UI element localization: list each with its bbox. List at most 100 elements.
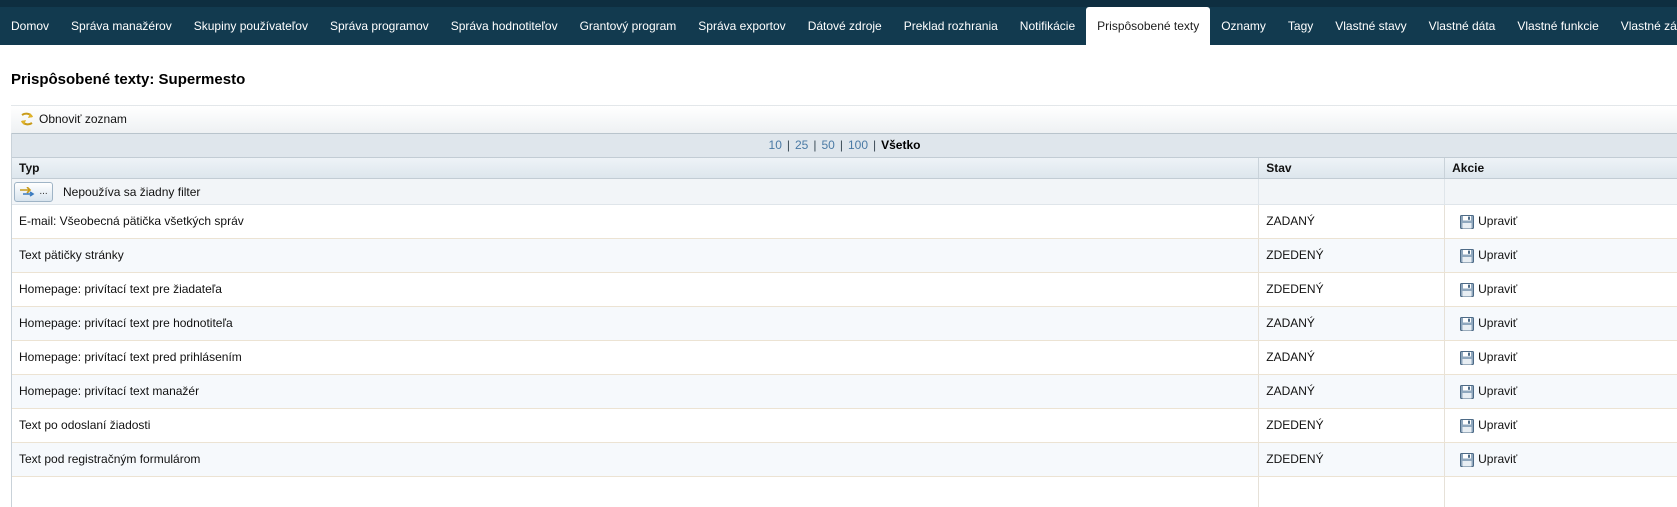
edit-label: Upraviť [1478, 214, 1518, 228]
pager-separator: | [786, 138, 790, 152]
floppy-disk-icon [1460, 214, 1475, 229]
tab-11[interactable]: Oznamy [1210, 7, 1277, 45]
filter-row: ... Nepoužíva sa žiadny filter [12, 179, 1677, 205]
tab-2[interactable]: Skupiny používateľov [183, 7, 319, 45]
table-row [12, 477, 1677, 507]
page-size-pager: 10 | 25 | 50 | 100 | Všetko [12, 133, 1677, 157]
floppy-disk-icon [1460, 350, 1475, 365]
edit-label: Upraviť [1478, 384, 1518, 398]
page-size-link-0[interactable]: 10 [769, 138, 782, 152]
grid-header: Typ Stav Akcie [12, 157, 1677, 179]
cell-actions: Upraviť [1445, 205, 1677, 238]
cell-actions: Upraviť [1445, 239, 1677, 272]
floppy-disk-icon [1460, 248, 1475, 263]
filter-status-text: Nepoužíva sa žiadny filter [63, 184, 201, 199]
column-header-actions: Akcie [1452, 161, 1485, 175]
tab-12[interactable]: Tagy [1277, 7, 1324, 45]
cell-type: Homepage: privítací text pre hodnotiteľa [12, 307, 1260, 340]
table-row: Homepage: privítací text manažér ZADANÝ Up… [12, 375, 1677, 409]
tab-5[interactable]: Grantový program [569, 7, 688, 45]
table-row: E-mail: Všeobecná pätička všetkých správ… [12, 205, 1677, 239]
tab-1[interactable]: Správa manažérov [60, 7, 183, 45]
edit-button[interactable]: Upraviť [1460, 341, 1517, 374]
edit-button[interactable]: Upraviť [1460, 239, 1517, 272]
edit-label: Upraviť [1478, 452, 1518, 466]
page-size-link-3[interactable]: 100 [848, 138, 868, 152]
cell-type: E-mail: Všeobecná pätička všetkých správ [12, 205, 1260, 238]
cell-state: ZADANÝ [1259, 375, 1446, 408]
page-size-link-1[interactable]: 25 [795, 138, 808, 152]
edit-button[interactable]: Upraviť [1460, 409, 1517, 442]
cell-type: Homepage: privítací text pre žiadateľa [12, 273, 1260, 306]
filter-button[interactable]: ... [14, 181, 53, 202]
page-size-current: Všetko [881, 138, 921, 152]
tab-16[interactable]: Vlastné záložky [1610, 7, 1677, 45]
cell-state: ZDEDENÝ [1259, 409, 1446, 442]
pager-separator: | [839, 138, 843, 152]
tab-3[interactable]: Správa programov [319, 7, 440, 45]
cell-actions: Upraviť [1445, 341, 1677, 374]
page-title: Prispôsobené texty: Supermesto [11, 71, 246, 88]
refresh-arrow-icon [21, 112, 33, 126]
edit-button[interactable]: Upraviť [1460, 375, 1517, 408]
cell-actions [1445, 477, 1677, 507]
table-row: Homepage: privítací text pre hodnotiteľa… [12, 307, 1677, 341]
column-header-state[interactable]: Stav [1259, 158, 1446, 178]
page-size-link-2[interactable]: 50 [821, 138, 834, 152]
edit-label: Upraviť [1478, 282, 1518, 296]
cell-type: Homepage: privítací text pred prihlásení… [12, 341, 1260, 374]
tab-4[interactable]: Správa hodnotiteľov [440, 7, 569, 45]
cell-type: Text pod registračným formulárom [12, 443, 1260, 476]
edit-label: Upraviť [1478, 248, 1518, 262]
edit-button[interactable]: Upraviť [1460, 443, 1517, 476]
toolbar: Obnoviť zoznam [11, 105, 1677, 133]
cell-actions: Upraviť [1445, 307, 1677, 340]
refresh-list-button[interactable]: Obnoviť zoznam [19, 112, 127, 126]
pager-separator: | [873, 138, 877, 152]
top-accent-strip [0, 0, 1677, 7]
filter-button-label: ... [39, 185, 48, 197]
edit-button[interactable]: Upraviť [1460, 273, 1517, 306]
cell-state: ZDEDENÝ [1259, 443, 1446, 476]
table-row: Homepage: privítací text pred prihlásení… [12, 341, 1677, 375]
filter-cell: ... Nepoužíva sa žiadny filter [12, 179, 1260, 204]
cell-state: ZDEDENÝ [1259, 239, 1446, 272]
tab-6[interactable]: Správa exportov [687, 7, 796, 45]
tab-0[interactable]: Domov [0, 7, 60, 45]
edit-button[interactable]: Upraviť [1460, 307, 1517, 340]
floppy-disk-icon [1460, 316, 1475, 331]
tab-14[interactable]: Vlastné dáta [1418, 7, 1507, 45]
tab-9[interactable]: Notifikácie [1009, 7, 1086, 45]
cell-actions: Upraviť [1445, 375, 1677, 408]
grid-body: E-mail: Všeobecná pätička všetkých správ… [12, 205, 1677, 507]
top-navigation: Domov Správa manažérov Skupiny používateľo… [0, 0, 1677, 45]
tab-13[interactable]: Vlastné stavy [1324, 7, 1417, 45]
cell-actions: Upraviť [1445, 273, 1677, 306]
cell-type [12, 477, 1260, 507]
tab-7[interactable]: Dátové zdroje [797, 7, 893, 45]
tab-10[interactable]: Prispôsobené texty [1086, 7, 1211, 45]
nav-tabs: Domov Správa manažérov Skupiny používateľo… [0, 7, 1677, 45]
cell-state: ZDEDENÝ [1259, 273, 1446, 306]
floppy-disk-icon [1460, 418, 1475, 433]
cell-type: Text po odoslaní žiadosti [12, 409, 1260, 442]
column-header-type[interactable]: Typ [12, 158, 1260, 178]
table-row: Homepage: privítací text pre žiadateľa ZD… [12, 273, 1677, 307]
filter-cell-state [1259, 179, 1446, 204]
edit-label: Upraviť [1478, 350, 1518, 364]
table-row: Text pätičky stránky ZDEDENÝ Upraviť [12, 239, 1677, 273]
cell-actions: Upraviť [1445, 443, 1677, 476]
floppy-disk-icon [1460, 282, 1475, 297]
floppy-disk-icon [1460, 452, 1475, 467]
tab-15[interactable]: Vlastné funkcie [1506, 7, 1609, 45]
refresh-list-label: Obnoviť zoznam [39, 112, 127, 126]
floppy-disk-icon [1460, 384, 1475, 399]
table-row: Text po odoslaní žiadosti ZDEDENÝ Upraviť [12, 409, 1677, 443]
edit-button[interactable]: Upraviť [1460, 205, 1517, 238]
cell-state: ZADANÝ [1259, 307, 1446, 340]
cell-state [1259, 477, 1446, 507]
cell-state: ZADANÝ [1259, 341, 1446, 374]
custom-texts-grid: 10 | 25 | 50 | 100 | Všetko Typ Stav Akcie ... N… [11, 133, 1677, 507]
tab-8[interactable]: Preklad rozhrania [893, 7, 1009, 45]
filter-arrows-icon [20, 186, 35, 197]
